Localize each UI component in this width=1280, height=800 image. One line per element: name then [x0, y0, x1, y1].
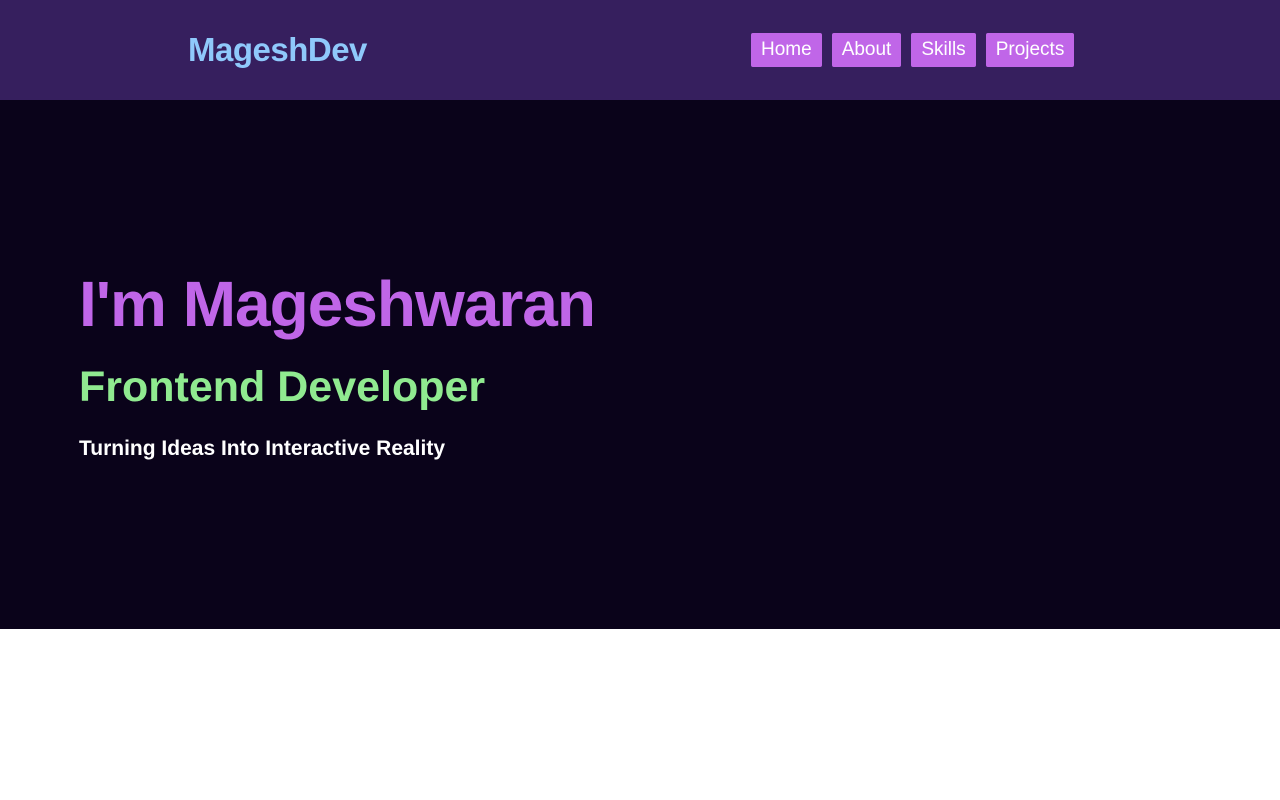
- nav-link-about[interactable]: About: [831, 33, 902, 67]
- hero-title: I'm Mageshwaran: [79, 268, 596, 340]
- site-logo[interactable]: MageshDev: [188, 30, 367, 70]
- nav-link-skills[interactable]: Skills: [911, 33, 976, 67]
- nav-links: Home About Skills Projects: [751, 33, 1075, 67]
- hero-section: I'm Mageshwaran Frontend Developer Turni…: [0, 100, 1280, 629]
- nav-link-home[interactable]: Home: [751, 33, 822, 67]
- nav-link-projects[interactable]: Projects: [985, 33, 1075, 67]
- hero-role: Frontend Developer: [79, 363, 486, 411]
- navbar: MageshDev Home About Skills Projects: [0, 0, 1280, 100]
- hero-tagline: Turning Ideas Into Interactive Reality: [79, 437, 446, 460]
